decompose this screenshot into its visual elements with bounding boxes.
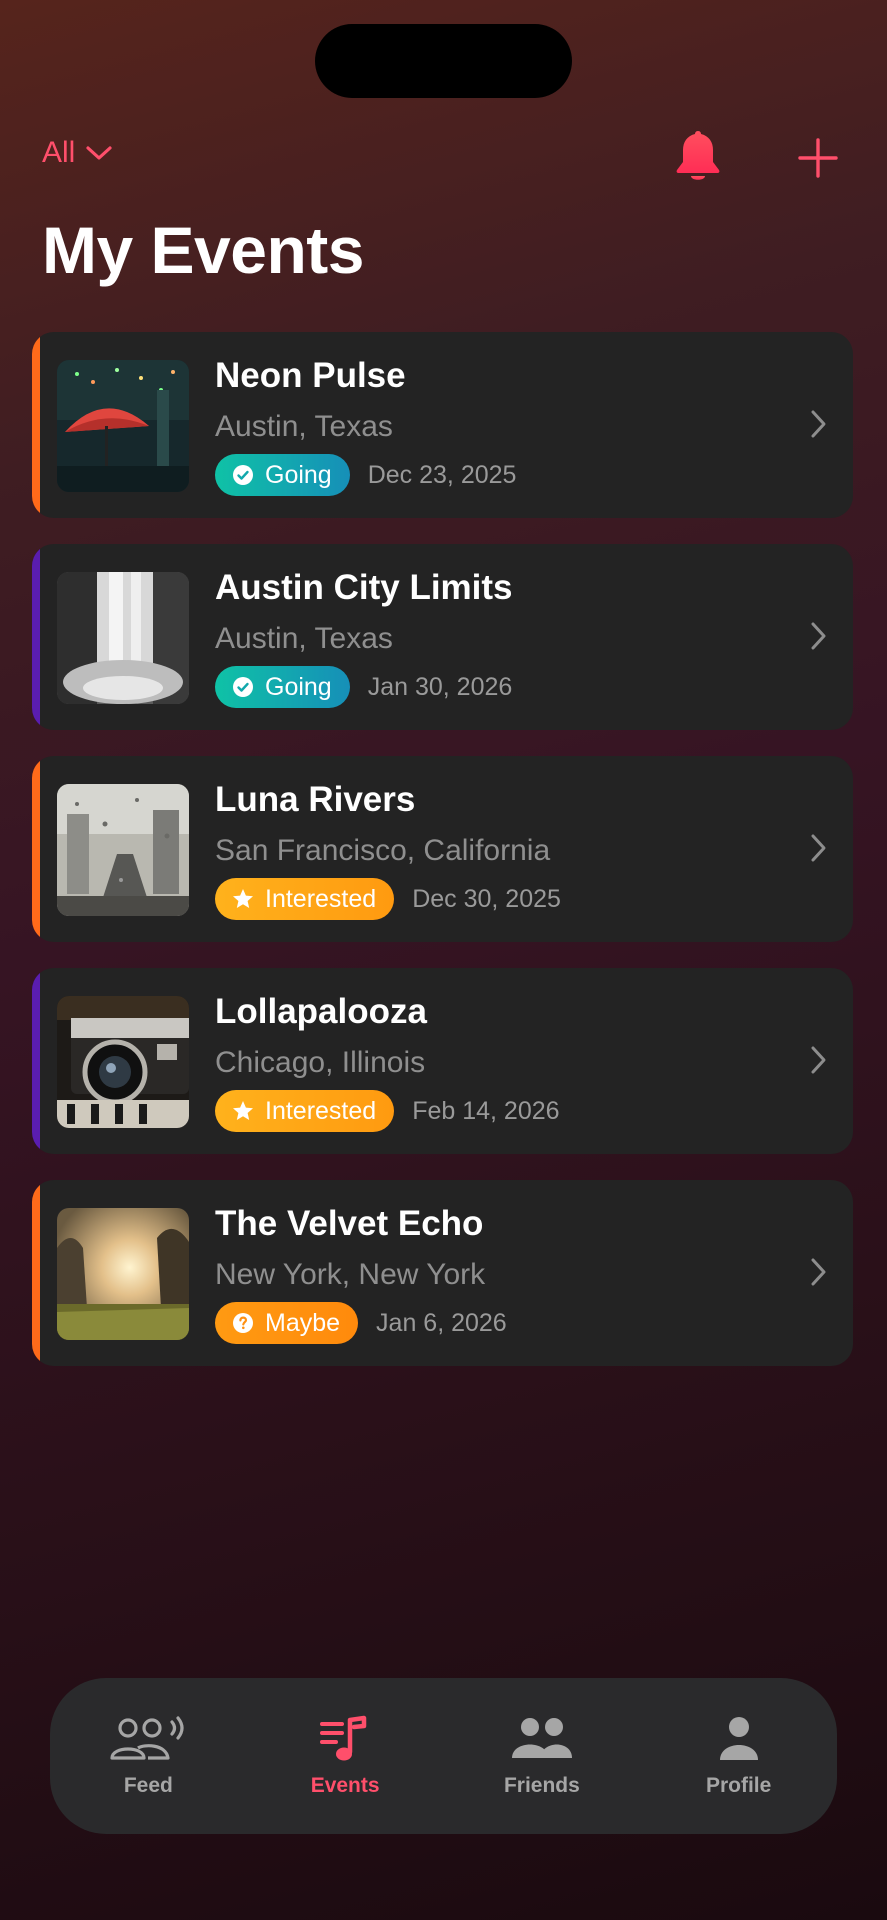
event-card[interactable]: Lollapalooza Chicago, Illinois Intereste… [32,968,853,1154]
event-name: The Velvet Echo [215,1204,484,1243]
event-thumbnail [57,784,189,916]
tab-events[interactable]: Events [260,1714,430,1798]
status-stripe [32,332,40,518]
status-badge: Going [215,666,350,708]
tab-label: Feed [123,1774,173,1797]
event-thumbnail [57,572,189,704]
star-icon [233,1101,253,1120]
events-list: Neon Pulse Austin, Texas Going Dec 23, 2… [32,332,853,1392]
status-label: Going [265,460,332,489]
event-location: Austin, Texas [215,622,393,655]
tab-bar: Feed Events Friends Profile [50,1678,837,1834]
event-date: Feb 14, 2026 [412,1096,560,1125]
check-circle-icon [233,677,253,697]
chevron-right-icon [811,834,826,862]
chevron-right-icon [811,1046,826,1074]
event-date: Dec 23, 2025 [367,460,517,489]
filter-label: All [42,136,76,169]
event-date: Jan 6, 2026 [376,1308,507,1337]
tab-label: Profile [705,1774,772,1797]
status-stripe [32,1180,40,1366]
question-circle-icon [233,1313,253,1333]
profile-icon [719,1717,758,1760]
status-badge: Interested [215,878,395,920]
chevron-right-icon [811,1258,826,1286]
filter-dropdown[interactable]: All [42,136,113,170]
status-stripe [32,544,40,730]
status-label: Going [265,672,332,701]
status-badge: Interested [215,1090,395,1132]
status-badge: Going [215,454,350,496]
tab-profile[interactable]: Profile [654,1714,824,1798]
event-name: Luna Rivers [215,780,416,819]
status-label: Maybe [265,1308,341,1337]
tab-label: Events [310,1774,380,1797]
status-stripe [32,968,40,1154]
event-date: Jan 30, 2026 [367,672,513,701]
bell-icon[interactable] [672,128,724,184]
event-name: Neon Pulse [215,356,406,395]
chevron-down-icon [86,146,112,160]
event-card[interactable]: Luna Rivers San Francisco, California In… [32,756,853,942]
event-date: Dec 30, 2025 [412,884,561,913]
event-thumbnail [57,360,189,492]
status-badge: Maybe [215,1302,359,1344]
page-title: My Events [42,213,364,287]
tab-feed[interactable]: Feed [63,1714,233,1798]
event-thumbnail [57,996,189,1128]
event-name: Lollapalooza [215,992,427,1031]
event-location: Austin, Texas [215,410,393,443]
check-circle-icon [233,465,253,485]
event-name: Austin City Limits [215,568,513,607]
friends-icon [511,1718,572,1758]
event-card[interactable]: Austin City Limits Austin, Texas Going J… [32,544,853,730]
dynamic-island [315,24,572,98]
star-icon [233,889,253,908]
chevron-right-icon [811,622,826,650]
event-thumbnail [57,1208,189,1340]
chevron-right-icon [811,410,826,438]
add-icon[interactable] [796,136,840,180]
tab-label: Friends [503,1774,580,1797]
tab-friends[interactable]: Friends [457,1714,627,1798]
status-label: Interested [265,1096,377,1125]
feed-people-icon [110,1716,184,1760]
event-card[interactable]: Neon Pulse Austin, Texas Going Dec 23, 2… [32,332,853,518]
music-list-icon [320,1715,367,1761]
event-location: New York, New York [215,1258,486,1291]
status-stripe [32,756,40,942]
event-card[interactable]: The Velvet Echo New York, New York Maybe… [32,1180,853,1366]
event-location: San Francisco, California [215,834,551,867]
event-location: Chicago, Illinois [215,1046,426,1079]
status-label: Interested [265,884,377,913]
